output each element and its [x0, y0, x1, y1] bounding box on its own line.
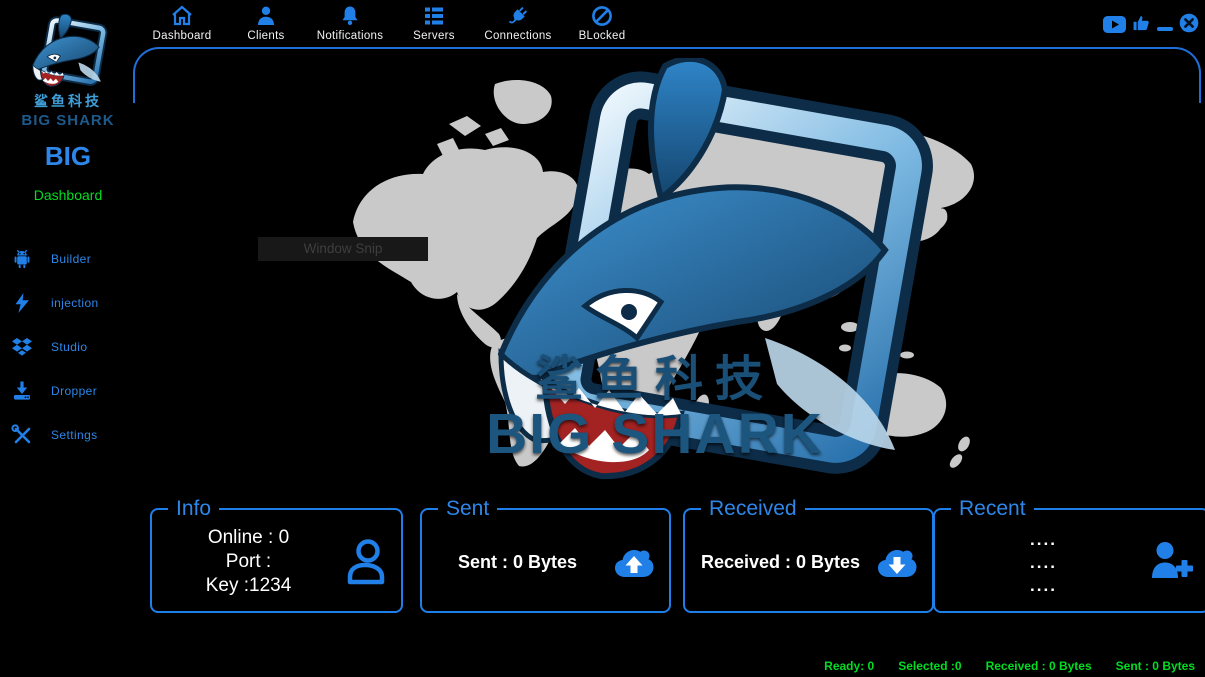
status-sent: Sent : 0 Bytes	[1116, 659, 1195, 673]
download-install-icon	[10, 379, 34, 403]
window-controls	[1103, 13, 1199, 33]
status-bar: Ready: 0 Selected :0 Received : 0 Bytes …	[824, 659, 1195, 673]
nav-servers[interactable]: Servers	[392, 4, 476, 42]
shark-logo-icon	[25, 14, 111, 90]
info-card: Info Online : 0 Port : Key :1234	[150, 497, 403, 613]
sidebar-item-label: injection	[51, 296, 99, 310]
top-navigation: Dashboard Clients Notifications Servers	[140, 4, 644, 42]
brand-name-en: BIG SHARK	[0, 112, 136, 129]
info-card-legend: Info	[168, 497, 219, 521]
dropbox-icon	[10, 335, 34, 359]
watermark-cn: 鲨鱼科技	[435, 356, 875, 404]
nav-label: Connections	[484, 30, 551, 42]
person-add-icon	[1147, 537, 1197, 587]
minimize-icon[interactable]	[1157, 13, 1174, 33]
close-icon[interactable]	[1179, 13, 1199, 33]
sidebar: 鲨鱼科技 BIG SHARK BIG Dashboard Builder	[0, 0, 136, 457]
youtube-icon[interactable]	[1103, 16, 1126, 33]
nav-clients[interactable]: Clients	[224, 4, 308, 42]
watermark-en: BIG SHARK	[435, 406, 875, 463]
nav-blocked[interactable]: BLocked	[560, 4, 644, 42]
plug-icon	[506, 4, 530, 28]
sidebar-item-studio[interactable]: Studio	[0, 325, 136, 369]
list-icon	[422, 4, 446, 28]
key-value: Key :1234	[160, 574, 337, 598]
sidebar-item-settings[interactable]: Settings	[0, 413, 136, 457]
recent-entry: ....	[943, 528, 1144, 551]
window-snip-remnant: Window Snip	[258, 237, 428, 261]
status-ready: Ready: 0	[824, 659, 874, 673]
sidebar-item-label: Settings	[51, 428, 98, 442]
nav-notifications[interactable]: Notifications	[308, 4, 392, 42]
app-title: BIG	[0, 141, 136, 172]
android-icon	[10, 247, 34, 271]
recent-card-legend: Recent	[951, 497, 1034, 521]
recent-entry: ....	[943, 551, 1144, 574]
nav-label: Dashboard	[153, 30, 212, 42]
nav-label: Servers	[413, 30, 455, 42]
person-outline-icon	[340, 537, 390, 587]
brand-logo: 鲨鱼科技 BIG SHARK	[0, 14, 136, 129]
nav-label: Clients	[247, 30, 284, 42]
tools-icon	[10, 423, 34, 447]
block-icon	[590, 4, 614, 28]
app-window: 鲨鱼科技 BIG SHARK BIG Dashboard Builder	[0, 0, 1205, 677]
cloud-upload-icon	[608, 537, 658, 587]
cloud-download-icon	[871, 537, 921, 587]
nav-label: BLocked	[579, 30, 626, 42]
recent-entry: ....	[943, 574, 1144, 597]
sidebar-item-builder[interactable]: Builder	[0, 237, 136, 281]
world-map: 鲨鱼科技 BIG SHARK	[345, 72, 985, 480]
bell-icon	[338, 4, 362, 28]
status-selected: Selected :0	[898, 659, 961, 673]
sent-bytes-value: Sent : 0 Bytes	[458, 552, 577, 572]
sent-card: Sent Sent : 0 Bytes	[420, 497, 671, 613]
online-count: Online : 0	[160, 526, 337, 550]
sidebar-item-label: Studio	[51, 340, 87, 354]
nav-dashboard[interactable]: Dashboard	[140, 4, 224, 42]
home-icon	[170, 4, 194, 28]
brand-name-cn: 鲨鱼科技	[0, 91, 136, 111]
received-card-legend: Received	[701, 497, 805, 521]
recent-card: Recent .... .... ....	[933, 497, 1205, 613]
sidebar-item-injection[interactable]: injection	[0, 281, 136, 325]
sidebar-menu: Builder injection Studio	[0, 237, 136, 457]
thumbs-up-icon[interactable]	[1131, 13, 1152, 33]
lightning-icon	[10, 291, 34, 315]
current-page-label: Dashboard	[0, 187, 136, 203]
port-value: Port :	[160, 550, 337, 574]
sent-card-legend: Sent	[438, 497, 497, 521]
sidebar-item-dropper[interactable]: Dropper	[0, 369, 136, 413]
status-received: Received : 0 Bytes	[986, 659, 1092, 673]
person-icon	[254, 4, 278, 28]
sidebar-item-label: Dropper	[51, 384, 97, 398]
received-card: Received Received : 0 Bytes	[683, 497, 934, 613]
nav-connections[interactable]: Connections	[476, 4, 560, 42]
nav-label: Notifications	[317, 30, 384, 42]
sidebar-item-label: Builder	[51, 252, 91, 266]
map-watermark: 鲨鱼科技 BIG SHARK	[435, 356, 875, 463]
received-bytes-value: Received : 0 Bytes	[701, 552, 860, 572]
